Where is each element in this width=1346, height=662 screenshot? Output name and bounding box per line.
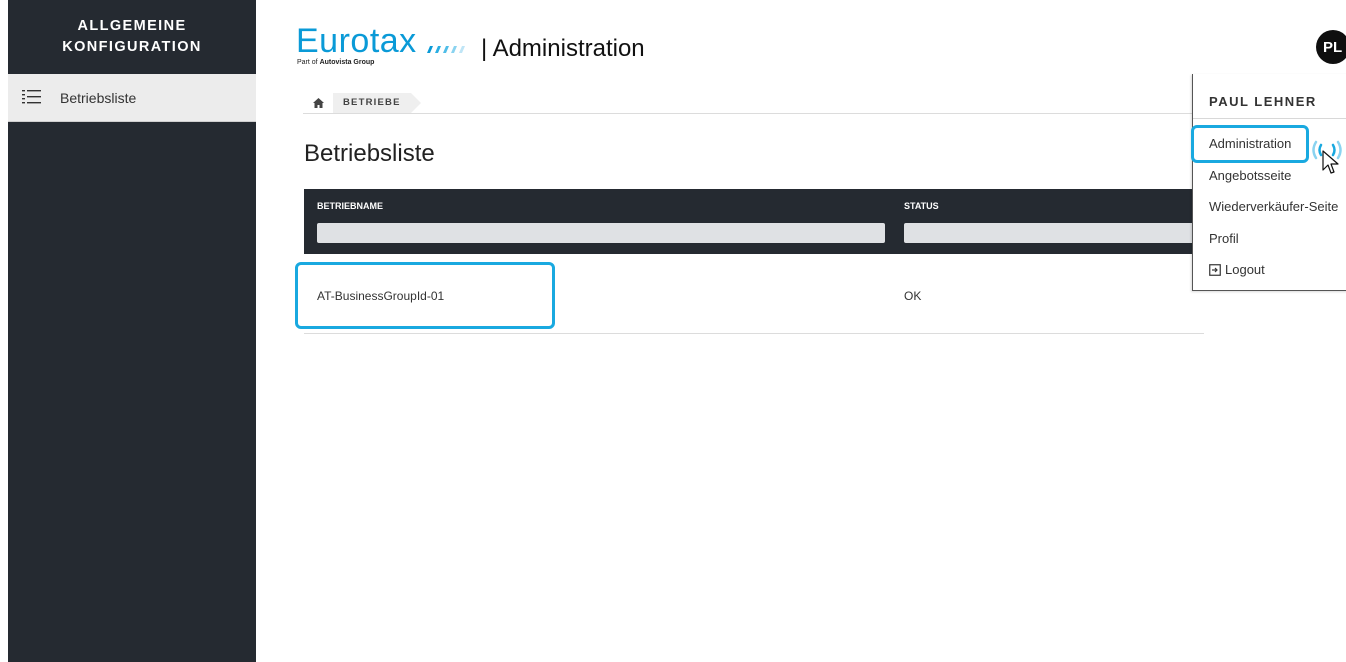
user-avatar[interactable]: PL (1316, 30, 1346, 64)
app-title: | Administration (481, 35, 645, 62)
list-icon (22, 88, 44, 108)
column-header-betriebname[interactable]: BETRIEBNAME (317, 201, 383, 211)
breadcrumb: BETRIEBE (303, 92, 421, 114)
table-header: BETRIEBNAME STATUS (304, 189, 1204, 254)
mouse-cursor-icon (1322, 150, 1339, 174)
status-filter-input[interactable] (904, 223, 1198, 243)
user-menu-dropdown: PAUL LEHNER Administration Angebotsseite… (1192, 74, 1346, 291)
sidebar-title: ALLGEMEINE KONFIGURATION (8, 0, 256, 74)
menu-item-angebotsseite[interactable]: Angebotsseite (1209, 168, 1291, 183)
sidebar-title-line2: KONFIGURATION (62, 39, 202, 55)
logo-sub-brand: Autovista Group (319, 59, 375, 66)
row-highlight-frame (295, 262, 555, 329)
sidebar-title-line1: ALLGEMEINE (77, 18, 187, 34)
menu-item-logout[interactable]: Logout (1209, 262, 1265, 279)
sidebar-item-betriebsliste[interactable]: Betriebsliste (8, 74, 256, 122)
sidebar-item-label: Betriebsliste (60, 89, 137, 106)
user-menu-name: PAUL LEHNER (1209, 94, 1317, 109)
eurotax-logo: Eurotax Part of Autovista Group (296, 22, 466, 66)
sidebar: ALLGEMEINE KONFIGURATION Betriebsliste (8, 0, 256, 662)
breadcrumb-divider (303, 113, 1193, 114)
administration-highlight-frame (1191, 125, 1309, 163)
logo-dashes-icon (427, 45, 466, 53)
column-header-status[interactable]: STATUS (904, 201, 939, 211)
logo-sub-prefix: Part of (297, 59, 318, 66)
logout-icon (1209, 264, 1221, 279)
cell-status: OK (904, 289, 922, 303)
page-title: Betriebsliste (304, 140, 435, 167)
logo-subtitle: Part of Autovista Group (297, 59, 374, 66)
breadcrumb-item-betriebe[interactable]: BETRIEBE (333, 93, 421, 113)
menu-item-profil[interactable]: Profil (1209, 231, 1239, 246)
logo-word: Eurotax (296, 22, 417, 60)
betriebname-filter-input[interactable] (317, 223, 885, 243)
user-menu-divider (1193, 118, 1346, 119)
menu-item-wiederverkaeufer-seite[interactable]: Wiederverkäufer-Seite (1209, 199, 1338, 214)
home-icon[interactable] (303, 93, 333, 113)
menu-item-logout-label: Logout (1225, 262, 1265, 277)
